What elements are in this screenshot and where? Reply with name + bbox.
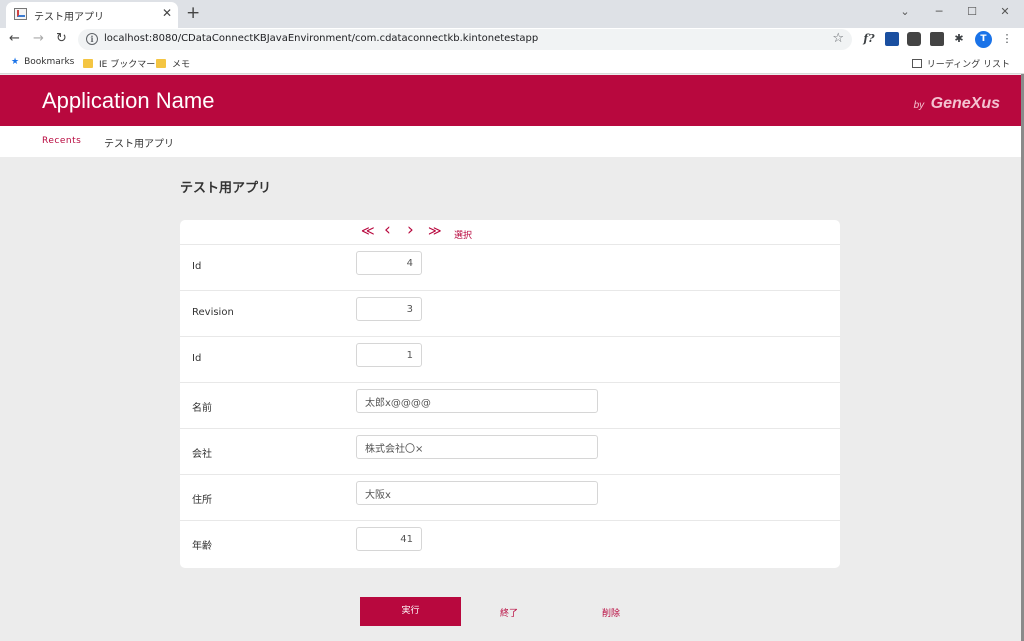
- new-tab-button[interactable]: +: [186, 3, 200, 23]
- previous-record-icon[interactable]: ‹: [384, 222, 391, 239]
- forward-button[interactable]: →: [33, 31, 44, 46]
- folder-icon: [83, 59, 93, 68]
- age-field[interactable]: [356, 527, 422, 551]
- minimize-button[interactable]: ─: [922, 0, 956, 26]
- form-row-age: 年齢: [180, 521, 840, 567]
- record-form: ≪ ‹ › ≫ 選択 Id Revision Id 名前 会社 住所 年齢: [180, 220, 840, 568]
- delete-button[interactable]: 削除: [602, 606, 620, 619]
- form-row-company: 会社: [180, 429, 840, 475]
- tab-close-button[interactable]: ✕: [162, 6, 172, 20]
- execute-button[interactable]: 実行: [360, 597, 461, 626]
- brand-by: by: [913, 100, 925, 111]
- field-label: 名前: [192, 403, 212, 414]
- bookmark-item[interactable]: ★ Bookmarks: [11, 57, 74, 67]
- address-bar[interactable]: i localhost:8080/CDataConnectKBJavaEnvir…: [78, 29, 852, 50]
- genexus-logo: by GeneXus: [914, 95, 1000, 113]
- name-field[interactable]: [356, 389, 598, 413]
- form-row-address: 住所: [180, 475, 840, 521]
- help-extension-icon[interactable]: [930, 32, 944, 46]
- maximize-button[interactable]: ☐: [955, 0, 989, 26]
- extensions-puzzle-icon[interactable]: ✱: [952, 32, 966, 46]
- bookmark-label: メモ: [172, 60, 191, 70]
- tab-title: テスト用アプリ: [34, 12, 104, 23]
- form-row-id: Id: [180, 245, 840, 291]
- field-label: Revision: [192, 307, 234, 318]
- page-title: テスト用アプリ: [180, 181, 272, 196]
- browser-tab[interactable]: テスト用アプリ ✕: [6, 2, 178, 28]
- close-button[interactable]: 終了: [500, 606, 518, 619]
- app-favicon-icon: [14, 8, 27, 20]
- first-record-icon[interactable]: ≪: [361, 225, 375, 239]
- company-field[interactable]: [356, 435, 598, 459]
- profile-avatar[interactable]: T: [975, 31, 992, 48]
- app-header: Application Name by GeneXus: [0, 75, 1022, 126]
- bookmarks-bar: ★ Bookmarks IE ブックマーク メモ リーディング リスト: [0, 52, 1024, 74]
- folder-icon: [156, 59, 166, 68]
- browser-tab-strip: テスト用アプリ ✕ + ⌄ ─ ☐ ✕: [0, 0, 1024, 28]
- download-extension-icon[interactable]: [885, 32, 899, 46]
- next-record-icon[interactable]: ›: [407, 222, 414, 239]
- bookmark-star-icon[interactable]: ☆: [832, 31, 844, 46]
- last-record-icon[interactable]: ≫: [428, 225, 442, 239]
- field-label: 住所: [192, 495, 212, 506]
- recents-link[interactable]: テスト用アプリ: [104, 135, 174, 150]
- record-navigation: ≪ ‹ › ≫ 選択: [180, 220, 840, 245]
- bookmark-folder[interactable]: IE ブックマーク: [83, 57, 164, 70]
- tab-search-icon[interactable]: ⌄: [888, 0, 922, 26]
- address-field[interactable]: [356, 481, 598, 505]
- form-row-name: 名前: [180, 383, 840, 429]
- app-title: Application Name: [42, 88, 215, 113]
- recents-bar: Recents テスト用アプリ: [0, 126, 1022, 157]
- brand-name: GeneXus: [930, 95, 1000, 112]
- field-label: Id: [192, 353, 202, 364]
- form-row-record-id: Id: [180, 337, 840, 383]
- bookmark-label: Bookmarks: [24, 57, 75, 67]
- form-row-revision: Revision: [180, 291, 840, 337]
- star-icon: ★: [11, 57, 20, 67]
- browser-toolbar: ← → ↻ i localhost:8080/CDataConnectKBJav…: [0, 28, 1024, 52]
- bookmark-folder[interactable]: メモ: [156, 57, 190, 70]
- url-text[interactable]: localhost:8080/CDataConnectKBJavaEnviron…: [104, 33, 538, 44]
- fx-extension-icon[interactable]: f?: [862, 32, 876, 46]
- reading-list-icon: [911, 59, 922, 68]
- id-field[interactable]: [356, 251, 422, 275]
- record-id-field[interactable]: [356, 343, 422, 367]
- extension-icon[interactable]: [907, 32, 921, 46]
- reading-list-label: リーディング リスト: [926, 60, 1010, 70]
- field-label: 年齢: [192, 541, 212, 552]
- close-window-button[interactable]: ✕: [988, 0, 1022, 26]
- field-label: 会社: [192, 449, 212, 460]
- back-button[interactable]: ←: [9, 31, 20, 46]
- revision-field[interactable]: [356, 297, 422, 321]
- site-info-icon[interactable]: i: [86, 33, 98, 45]
- reload-button[interactable]: ↻: [56, 31, 67, 46]
- select-link[interactable]: 選択: [454, 228, 472, 241]
- browser-menu-icon[interactable]: ⋮: [1000, 32, 1014, 46]
- reading-list-button[interactable]: リーディング リスト: [911, 57, 1010, 70]
- bookmark-label: IE ブックマーク: [99, 60, 165, 70]
- recents-label: Recents: [42, 136, 82, 146]
- field-label: Id: [192, 261, 202, 272]
